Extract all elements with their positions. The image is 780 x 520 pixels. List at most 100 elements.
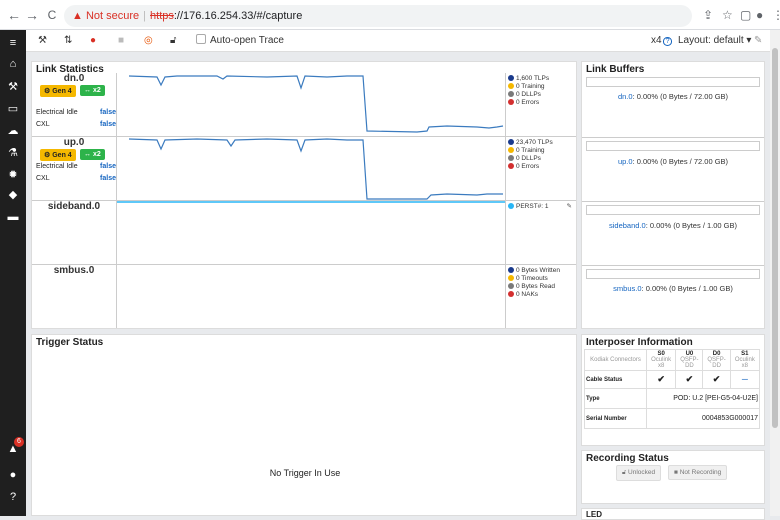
side-panel-icon[interactable]: ▢ — [740, 8, 751, 22]
link-buffers-panel: Link Buffers dn.0: 0.00% (0 Bytes / 72.0… — [581, 61, 765, 329]
width-badge: ↔ x2 — [80, 85, 105, 96]
link-statistics-panel: Link Statistics dn.0 ⚙ Gen 4 ↔ x2 Electr… — [31, 61, 577, 329]
lane-count[interactable]: x4? — [651, 34, 673, 49]
address-bar[interactable]: ▲ Not secure | https://176.16.254.33/#/cap… — [64, 5, 692, 27]
unlocked-button[interactable]: 🔓︎ Unlocked — [616, 465, 662, 481]
up0-traffic-line — [128, 138, 503, 200]
menu-icon[interactable]: ⋮ — [772, 8, 780, 22]
trigger-message: No Trigger In Use — [269, 468, 341, 478]
cable-status-d0: ✔ — [702, 370, 731, 389]
gen-badge: ⚙ Gen 4 — [40, 85, 76, 97]
sideband0-line — [117, 201, 505, 203]
type-label: Type — [584, 388, 647, 409]
link-name: dn.0 — [63, 73, 85, 84]
notification-badge: 6 — [14, 437, 24, 447]
home-icon[interactable]: ⌂ — [0, 57, 26, 71]
diamond-icon[interactable]: ◆ — [0, 188, 26, 202]
target-icon[interactable]: ◎ — [144, 34, 153, 48]
help-icon[interactable]: ? — [0, 490, 26, 504]
forward-icon[interactable]: → — [24, 7, 40, 23]
led-title: LED — [586, 510, 602, 519]
cloud-icon[interactable]: ☁ — [0, 124, 26, 138]
hamburger-icon[interactable]: ≡ — [0, 36, 26, 50]
smbus0-legend: 0 Bytes Written 0 Timeouts 0 Bytes Read … — [508, 267, 574, 299]
recording-status-panel: Recording Status 🔓︎ Unlocked ■ Not Recor… — [581, 450, 765, 504]
cable-status-s0: ✔ — [645, 370, 677, 389]
sidebar: ≡ ⌂ ⚒ ▭ ☁ ⚗ ✹ ◆ ▬ ▲ 6 ● ? — [0, 30, 26, 516]
link-row-up0: up.0 ⚙ Gen 4 ↔ x2 Electrical Idle false C… — [32, 137, 576, 201]
trigger-status-panel: Trigger Status No Trigger In Use — [31, 334, 577, 516]
led-panel: LED — [581, 508, 765, 520]
buffer-text-sideband0: sideband.0: 0.00% (0 Bytes / 1.00 GB) — [609, 221, 737, 230]
cable-status-s1: — — [729, 370, 761, 389]
buffer-bar-smbus0 — [586, 269, 760, 279]
buffer-bar-sideband0 — [586, 205, 760, 215]
unlock-icon[interactable]: 🔓︎ — [170, 34, 176, 48]
connectors-label: Kodiak Connectors — [584, 349, 647, 371]
flask-icon[interactable]: ⚗ — [0, 146, 26, 160]
interposer-panel: Interposer Information Kodiak Connectors… — [581, 334, 765, 446]
type-value: POD: U.2 [PEI-G5-04-U2E] — [646, 388, 760, 409]
wrench-icon[interactable]: ⚒ — [0, 80, 26, 94]
serial-label: Serial Number — [584, 408, 647, 429]
record-icon[interactable]: ● — [90, 34, 96, 48]
scrollbar[interactable] — [770, 30, 780, 516]
profile-icon[interactable]: ● — [756, 8, 763, 22]
link-buffers-title: Link Buffers — [586, 64, 645, 75]
up0-legend: 23,470 TLPs 0 Training 0 DLLPs 0 Errors — [508, 139, 574, 171]
electrical-idle-row: Electrical Idle false — [36, 163, 116, 170]
cable-status-label: Cable Status — [584, 370, 647, 389]
help-circle-icon[interactable]: ? — [662, 37, 673, 46]
electrical-idle-row: Electrical Idle false — [36, 109, 116, 116]
trigger-status-title: Trigger Status — [36, 337, 104, 348]
chart-icon[interactable]: ▭ — [0, 102, 26, 116]
warning-icon: ▲ — [72, 10, 83, 22]
connector-s1: S1 Oculink x8 — [729, 349, 761, 371]
not-recording-button[interactable]: ■ Not Recording — [668, 465, 728, 480]
width-badge: ↔ x2 — [80, 149, 105, 160]
edit-icon[interactable]: ✎ — [567, 203, 572, 211]
settings-icon[interactable]: ✹ — [0, 168, 26, 182]
link-name: smbus.0 — [53, 265, 95, 276]
sort-icon[interactable]: ⇅ — [64, 34, 72, 48]
interposer-title: Interposer Information — [586, 337, 693, 348]
gen-badge: ⚙ Gen 4 — [40, 149, 76, 161]
back-icon[interactable]: ← — [6, 7, 22, 23]
buffer-bar-up0 — [586, 141, 760, 151]
bookmark-star-icon[interactable]: ☆ — [722, 8, 733, 22]
connector-d0: D0 QSFP- DD — [702, 349, 731, 371]
reload-icon[interactable]: C — [44, 7, 60, 23]
smbus0-plot — [116, 265, 506, 328]
link-row-sideband0: sideband.0 PERST#: 1 ✎ — [32, 201, 576, 265]
dn0-legend: 1,600 TLPs 0 Training 0 DLLPs 0 Errors — [508, 75, 574, 107]
auto-open-trace-checkbox[interactable]: Auto-open Trace — [196, 34, 284, 48]
link-name: up.0 — [63, 137, 85, 148]
url-scheme: https — [150, 10, 174, 22]
stop-icon[interactable]: ■ — [118, 34, 124, 48]
cxl-row: CXL false — [36, 121, 116, 128]
trash-icon[interactable]: ▬ — [0, 210, 26, 224]
recording-status-title: Recording Status — [586, 453, 669, 464]
buffer-text-dn0: dn.0: 0.00% (0 Bytes / 72.00 GB) — [617, 92, 729, 101]
buffer-text-up0: up.0: 0.00% (0 Bytes / 72.00 GB) — [617, 157, 729, 166]
bell-icon[interactable]: ▲ 6 — [0, 437, 26, 456]
share-icon[interactable]: ⇪ — [703, 8, 713, 22]
link-name: sideband.0 — [47, 201, 101, 212]
cxl-row: CXL false — [36, 175, 116, 182]
browser-toolbar: ← → C ▲ Not secure | https://176.16.254.33… — [0, 0, 780, 30]
buffer-bar-dn0 — [586, 77, 760, 87]
not-secure-label: Not secure — [85, 10, 140, 22]
layout-dropdown[interactable]: Layout: default ▾ — [678, 34, 751, 48]
connector-s0: S0 Oculink x8 — [645, 349, 677, 371]
auto-open-trace-label: Auto-open Trace — [210, 35, 284, 46]
wrench-tool-icon[interactable]: ⚒ — [38, 34, 47, 48]
buffer-text-smbus0: smbus.0: 0.00% (0 Bytes / 1.00 GB) — [613, 284, 733, 293]
edit-layout-icon[interactable]: ✎ — [754, 34, 762, 48]
sideband0-plot — [116, 201, 506, 264]
url-text: ://176.16.254.33/#/capture — [173, 10, 303, 22]
dn0-traffic-line — [128, 75, 504, 133]
up0-traffic-plot — [116, 137, 506, 200]
user-icon[interactable]: ● — [0, 468, 26, 482]
interposer-table: Kodiak Connectors S0 Oculink x8 U0 QSFP- DD … — [584, 349, 761, 429]
connector-u0: U0 QSFP- DD — [675, 349, 704, 371]
